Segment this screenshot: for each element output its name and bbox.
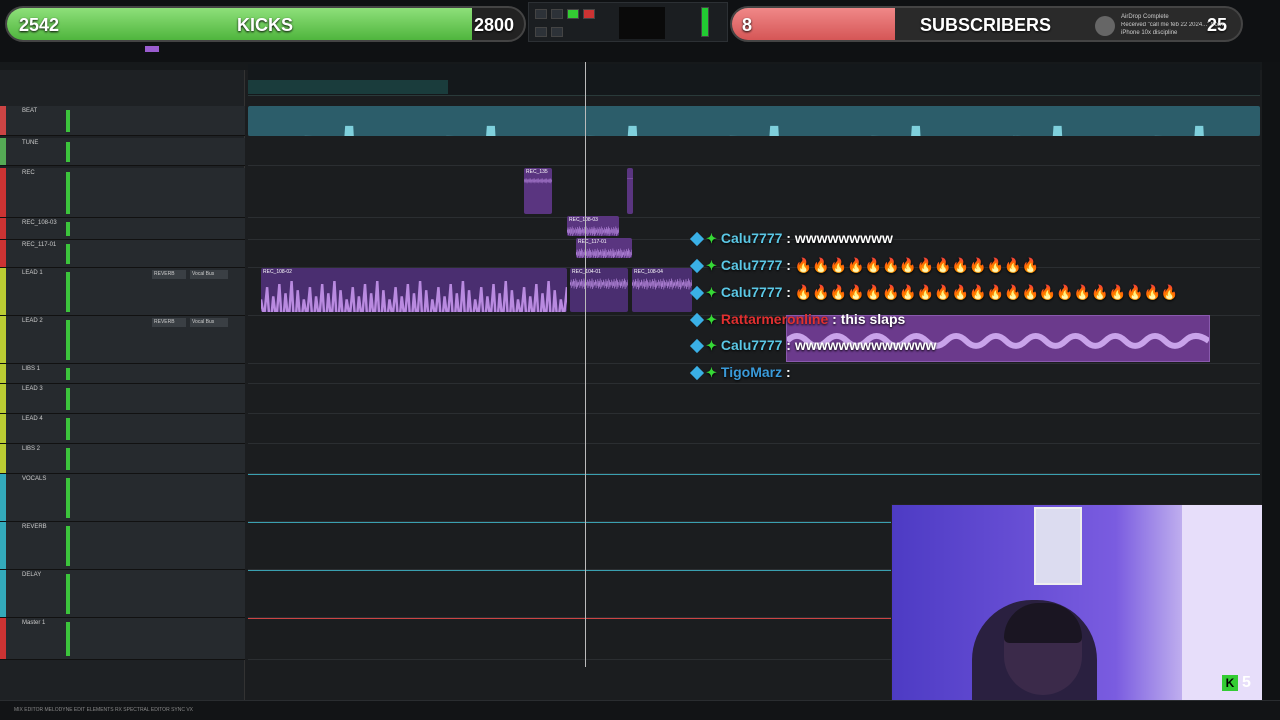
lane-2[interactable] xyxy=(248,168,1260,218)
audio-clip[interactable] xyxy=(248,106,1260,136)
chat-message: ✦ Calu7777 : 🔥🔥🔥🔥🔥🔥🔥🔥🔥🔥🔥🔥🔥🔥 xyxy=(689,257,1039,279)
verified-badge-icon: ✦ xyxy=(706,285,717,300)
sub-badge-icon xyxy=(689,366,705,381)
clip-label: REC_108-03 xyxy=(569,217,598,223)
webcam-feed xyxy=(891,504,1266,716)
subscribers-current: 8 xyxy=(742,15,753,35)
verified-badge-icon: ✦ xyxy=(706,365,717,380)
chat-separator: : xyxy=(786,230,791,246)
verified-badge-icon: ✦ xyxy=(706,338,717,353)
lane-1[interactable] xyxy=(248,138,1260,166)
airdrop-notification[interactable]: AirDrop Complete Received "call me feb 2… xyxy=(1095,12,1245,40)
purple-marker xyxy=(145,46,159,52)
chat-separator: : xyxy=(786,284,791,300)
master-meter xyxy=(701,7,709,37)
chat-username: TigoMarz xyxy=(720,364,783,380)
lane-10[interactable] xyxy=(248,444,1260,474)
clip-label: REC_108-04 xyxy=(634,269,663,275)
transport-bar xyxy=(528,2,728,42)
airdrop-title: AirDrop Complete xyxy=(1121,14,1169,20)
chat-username: Calu7777 xyxy=(720,230,783,246)
waveform xyxy=(570,278,628,290)
chat-message: ✦ Calu7777 : 🔥🔥🔥🔥🔥🔥🔥🔥🔥🔥🔥🔥🔥🔥🔥🔥🔥🔥🔥🔥🔥🔥 xyxy=(689,284,1179,306)
chat-username: Calu7777 xyxy=(720,257,783,273)
bottom-tab-bar[interactable]: MIX EDITOR MELODYNE EDIT ELEMENTS RX SPE… xyxy=(0,700,1280,720)
audio-clip[interactable]: REC_108-03 xyxy=(567,216,619,236)
verified-badge-icon: ✦ xyxy=(706,258,717,273)
sub-badge-icon xyxy=(689,286,705,301)
fast-forward-button[interactable] xyxy=(551,27,563,37)
waveform xyxy=(304,125,1204,136)
kicks-goal-bar: 2542 KICKS 2800 xyxy=(5,6,526,42)
chat-text: 🔥🔥🔥🔥🔥🔥🔥🔥🔥🔥🔥🔥🔥🔥🔥🔥🔥🔥🔥🔥🔥🔥 xyxy=(794,284,1179,300)
chat-text: this slaps xyxy=(840,311,906,327)
waveform xyxy=(524,178,552,184)
sub-badge-icon xyxy=(689,259,705,274)
counter-display xyxy=(619,7,665,39)
record-button[interactable] xyxy=(583,9,595,19)
verified-badge-icon: ✦ xyxy=(706,312,717,327)
kick-logo-icon: K xyxy=(1222,675,1238,691)
chat-separator: : xyxy=(832,311,837,327)
chat-text: wwwwwwwww xyxy=(794,230,893,246)
chat-message: ✦ Rattarmeronline : this slaps xyxy=(689,311,906,333)
viewer-count: K5 xyxy=(1222,674,1258,696)
clip-label: REC_135 xyxy=(526,169,548,175)
chat-separator: : xyxy=(786,337,791,353)
airdrop-line2: Received "call me feb 22 2024..." from xyxy=(1121,22,1223,28)
audio-clip[interactable]: REC_104-01 xyxy=(570,268,628,312)
chat-message: ✦ TigoMarz : xyxy=(689,364,791,386)
kicks-label: KICKS xyxy=(237,15,294,35)
avatar-icon xyxy=(1095,16,1115,36)
playhead-cursor[interactable] xyxy=(585,62,586,667)
audio-clip[interactable]: REC_108-04 xyxy=(632,268,692,312)
return-to-zero-button[interactable] xyxy=(535,27,547,37)
kicks-current: 2542 xyxy=(19,15,60,35)
play-button[interactable] xyxy=(567,9,579,19)
clip-label: REC_108-02 xyxy=(263,269,292,275)
right-edge-panel xyxy=(1262,62,1280,702)
waveform xyxy=(632,278,692,290)
waveform xyxy=(627,178,633,180)
chat-text: 🔥🔥🔥🔥🔥🔥🔥🔥🔥🔥🔥🔥🔥🔥 xyxy=(794,257,1039,273)
audio-clip[interactable] xyxy=(627,168,633,214)
airdrop-line3: iPhone 10x discipline xyxy=(1121,30,1178,36)
waveform xyxy=(261,280,567,312)
chat-username: Calu7777 xyxy=(720,337,783,353)
bottom-tabs-text: MIX EDITOR MELODYNE EDIT ELEMENTS RX SPE… xyxy=(14,707,194,713)
subscribers-goal-fill xyxy=(732,8,895,40)
chat-username: Rattarmeronline xyxy=(720,311,829,327)
chat-username: Calu7777 xyxy=(720,284,783,300)
chat-text: wwwwwwwwwwwww xyxy=(794,337,937,353)
audio-clip[interactable]: REC_108-02 xyxy=(261,268,567,312)
lane-9[interactable] xyxy=(248,414,1260,444)
chat-separator: : xyxy=(786,364,791,380)
chat-separator: : xyxy=(786,257,791,273)
subscribers-label: SUBSCRIBERS xyxy=(920,15,1052,35)
clip-label: REC_104-01 xyxy=(572,269,601,275)
wall-poster xyxy=(1034,507,1082,585)
kicks-target: 2800 xyxy=(473,15,514,35)
waveform xyxy=(567,226,619,236)
rewind-button[interactable] xyxy=(535,9,547,19)
chat-message: ✦ Calu7777 : wwwwwwwww xyxy=(689,230,893,252)
chat-message: ✦ Calu7777 : wwwwwwwwwwwww xyxy=(689,337,937,359)
stop-button[interactable] xyxy=(551,9,563,19)
audio-clip[interactable]: REC_135 xyxy=(524,168,552,214)
sub-badge-icon xyxy=(689,313,705,328)
verified-badge-icon: ✦ xyxy=(706,231,717,246)
sub-badge-icon xyxy=(689,232,705,247)
clip-label: REC_117-01 xyxy=(578,239,607,245)
chat-overlay: ✦ Calu7777 : wwwwwwwww ✦ Calu7777 : 🔥🔥🔥🔥🔥🔥🔥… xyxy=(689,230,1270,390)
sub-badge-icon xyxy=(689,339,705,354)
